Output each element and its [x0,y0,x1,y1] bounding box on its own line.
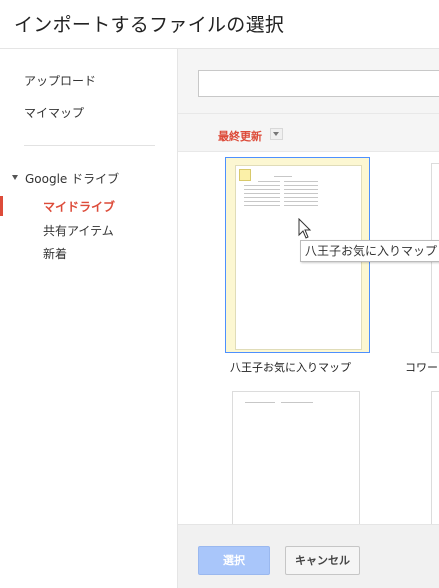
sidebar-item-recent[interactable]: 新着 [43,245,67,262]
main-panel: 最終更新 八王子お気に入りマップ コワー 八王子お気に入りマップ 選択 キャンセ… [178,49,439,588]
dialog-footer: 選択 キャンセル [178,524,439,588]
cancel-button[interactable]: キャンセル [285,546,360,575]
selection-indicator [0,196,3,216]
chevron-down-icon [273,132,279,136]
file-name[interactable]: 八王子お気に入りマップ [230,359,351,375]
dialog-title: インポートするファイルの選択 [14,14,285,36]
search-input[interactable] [198,70,439,97]
sidebar-item-my-drive[interactable]: マイドライブ [43,198,115,215]
search-divider [178,113,439,114]
select-button[interactable]: 選択 [198,546,270,575]
file-name[interactable]: コワー [405,359,438,375]
sidebar-item-shared[interactable]: 共有アイテム [43,222,114,239]
file-card[interactable] [431,391,439,531]
sort-label[interactable]: 最終更新 [218,128,262,144]
sidebar-separator [24,145,155,146]
sidebar-item-google-drive[interactable]: Google ドライブ [25,170,119,187]
file-name-tooltip: 八王子お気に入りマップ [300,240,439,262]
sidebar-item-my-maps[interactable]: マイマップ [24,104,84,121]
expand-triangle-icon[interactable] [12,175,18,180]
file-card[interactable] [232,391,360,531]
sticky-note-icon [239,169,251,181]
sort-dropdown-button[interactable] [270,128,283,140]
sidebar [0,49,177,588]
sidebar-item-upload[interactable]: アップロード [24,72,96,89]
